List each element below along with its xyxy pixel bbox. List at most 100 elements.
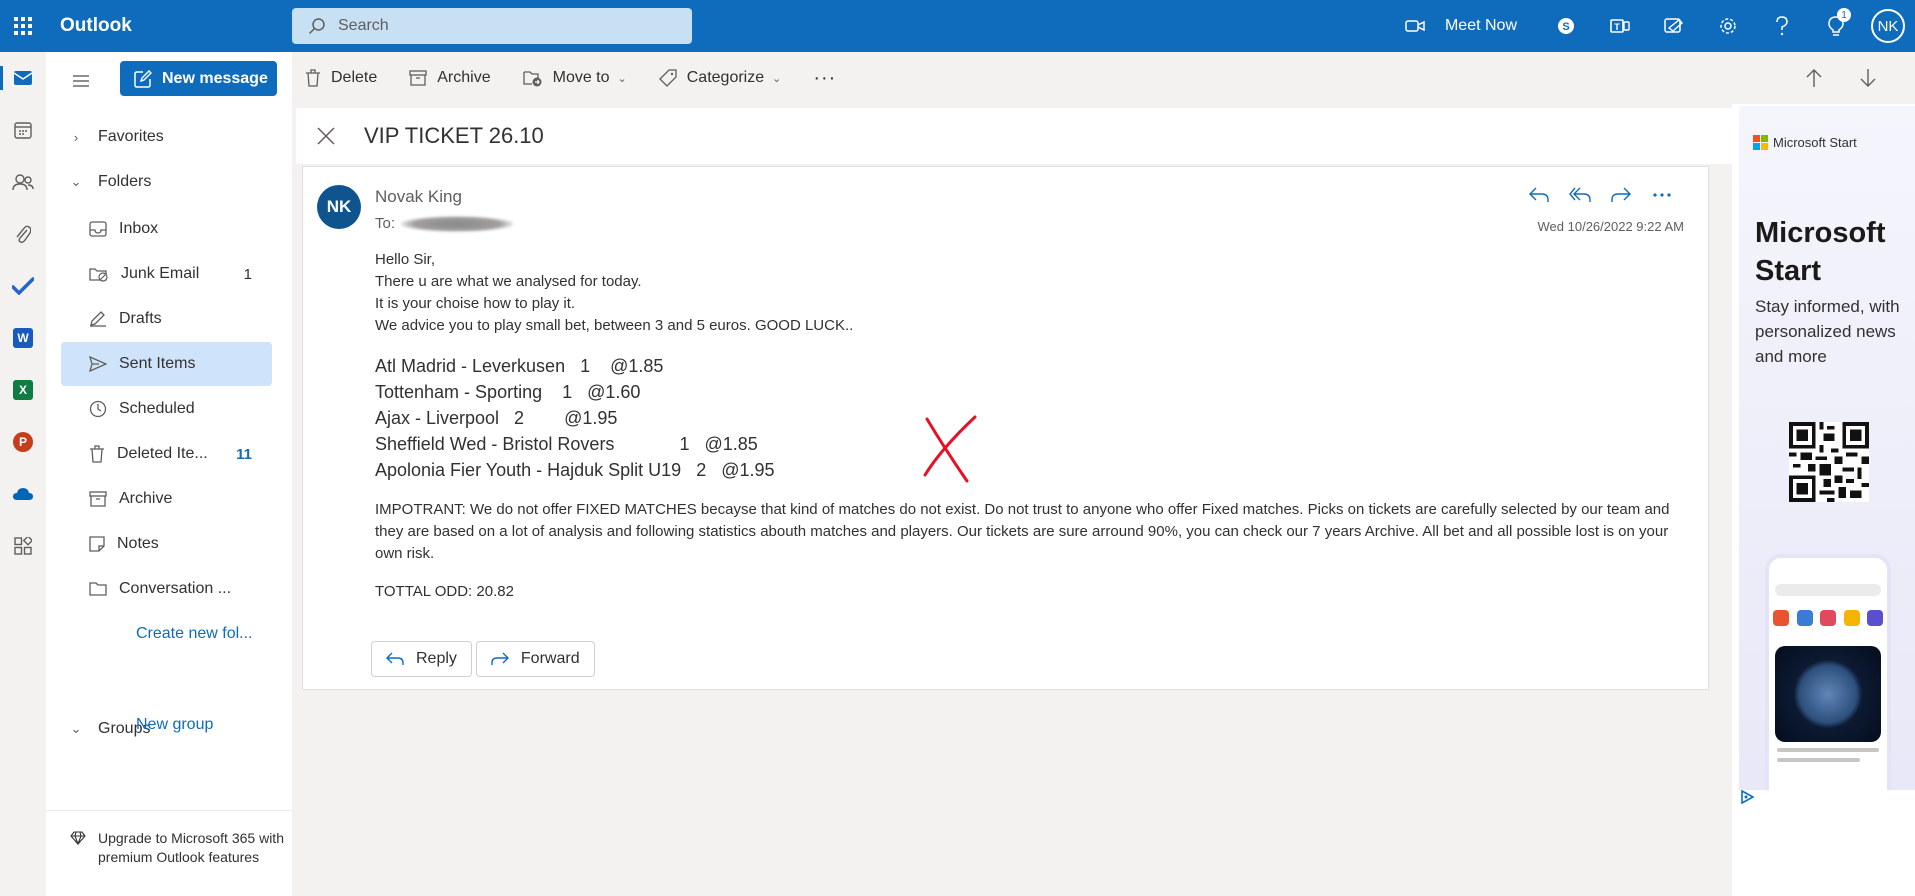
help-button[interactable] bbox=[1755, 0, 1809, 52]
favorites-header[interactable]: › Favorites bbox=[66, 119, 164, 155]
svg-text:T: T bbox=[1614, 22, 1620, 32]
archive-icon bbox=[89, 491, 107, 507]
archive-button[interactable]: Archive bbox=[409, 69, 491, 87]
reply-button[interactable]: Reply bbox=[371, 641, 472, 677]
people-app-button[interactable] bbox=[0, 156, 46, 208]
account-avatar[interactable]: NK bbox=[1871, 9, 1905, 43]
ad-subtitle: Stay informed, with personalized news an… bbox=[1755, 297, 1900, 366]
unread-count: 11 bbox=[236, 445, 252, 463]
files-app-button[interactable] bbox=[0, 208, 46, 260]
todo-app-button[interactable] bbox=[0, 260, 46, 312]
app-name[interactable]: Outlook bbox=[60, 15, 292, 37]
folder-deleted-items[interactable]: Deleted Ite... 11 bbox=[61, 432, 272, 476]
note-icon bbox=[89, 536, 105, 552]
search-icon bbox=[308, 18, 325, 35]
advertisement[interactable]: Microsoft Start Microsoft Start Stay inf… bbox=[1739, 106, 1915, 790]
folder-conversation-history[interactable]: Conversation ... bbox=[61, 567, 272, 611]
picks-list: Atl Madrid - Leverkusen 1 @1.85 Tottenha… bbox=[375, 353, 1685, 483]
attach-icon bbox=[16, 225, 31, 243]
new-message-button[interactable]: New message bbox=[120, 61, 277, 96]
close-message-button[interactable] bbox=[296, 127, 356, 145]
folder-label: Scheduled bbox=[119, 400, 195, 417]
redacted-recipient bbox=[401, 215, 514, 232]
word-app-button[interactable]: W bbox=[0, 312, 46, 364]
settings-button[interactable] bbox=[1701, 0, 1755, 52]
app-launcher-button[interactable] bbox=[0, 0, 46, 52]
onedrive-icon bbox=[13, 488, 33, 500]
folder-inbox[interactable]: Inbox bbox=[61, 207, 272, 251]
reply-icon bbox=[386, 652, 404, 665]
skype-icon: S bbox=[1558, 18, 1574, 34]
calendar-app-button[interactable] bbox=[0, 104, 46, 156]
folder-notes[interactable]: Notes bbox=[61, 522, 272, 566]
pick-row: Tottenham - Sporting 1 @1.60 bbox=[375, 382, 641, 402]
sender-avatar[interactable]: NK bbox=[317, 185, 361, 229]
create-new-folder-link[interactable]: Create new fol... bbox=[136, 625, 253, 643]
hamburger-icon bbox=[73, 75, 89, 87]
teams-icon: T bbox=[1610, 19, 1630, 33]
folder-archive[interactable]: Archive bbox=[61, 477, 272, 521]
message-body: Hello Sir, There u are what we analysed … bbox=[375, 249, 1685, 603]
body-line: There u are what we analysed for today. bbox=[375, 273, 642, 290]
forward-action-button[interactable] bbox=[1600, 179, 1641, 211]
next-message-button[interactable] bbox=[1841, 68, 1895, 88]
whiteboard-button[interactable] bbox=[1647, 0, 1701, 52]
folder-drafts[interactable]: Drafts bbox=[61, 297, 272, 341]
powerpoint-app-button[interactable]: P bbox=[0, 416, 46, 468]
delete-label: Delete bbox=[331, 69, 378, 86]
powerpoint-icon: P bbox=[13, 432, 33, 452]
reply-buttons: Reply Forward bbox=[371, 641, 599, 677]
unread-count: 1 bbox=[243, 265, 252, 283]
more-actions-button[interactable]: ··· bbox=[813, 67, 836, 90]
previous-message-button[interactable] bbox=[1787, 68, 1841, 88]
total-odds: TOTTAL ODD: 20.82 bbox=[375, 583, 514, 600]
navigation-toggle-button[interactable] bbox=[72, 74, 90, 93]
chevron-right-icon: › bbox=[73, 129, 79, 145]
new-group-link[interactable]: New group bbox=[136, 716, 213, 734]
folder-label: Deleted Ite... bbox=[117, 445, 208, 462]
recipient-line: To: bbox=[375, 215, 514, 232]
body-line: We advice you to play small bet, between… bbox=[375, 317, 854, 334]
ad-pane: Microsoft Start Microsoft Start Stay inf… bbox=[1732, 104, 1915, 896]
folders-header[interactable]: ⌄ Folders bbox=[66, 164, 152, 200]
skype-button[interactable]: S bbox=[1539, 0, 1593, 52]
greeting-block: Hello Sir, There u are what we analysed … bbox=[375, 249, 1685, 337]
meet-now-label: Meet Now bbox=[1444, 17, 1517, 34]
archive-icon bbox=[409, 70, 427, 86]
send-icon bbox=[89, 356, 107, 372]
folder-sent-items[interactable]: Sent Items bbox=[61, 342, 272, 386]
folder-scheduled[interactable]: Scheduled bbox=[61, 387, 272, 431]
more-apps-button[interactable] bbox=[0, 520, 46, 572]
teams-button[interactable]: T bbox=[1593, 0, 1647, 52]
excel-app-button[interactable]: X bbox=[0, 364, 46, 416]
search-input[interactable]: Search bbox=[292, 8, 692, 44]
folder-label: Drafts bbox=[119, 310, 162, 327]
chevron-down-icon: ⌄ bbox=[772, 72, 782, 85]
onedrive-app-button[interactable] bbox=[0, 468, 46, 520]
mail-icon bbox=[13, 71, 33, 85]
whiteboard-icon bbox=[1664, 18, 1684, 33]
upgrade-text: Upgrade to Microsoft 365 with premium Ou… bbox=[98, 830, 284, 865]
ad-title: Microsoft Start bbox=[1755, 217, 1886, 287]
ad-brand-label: Microsoft Start bbox=[1773, 135, 1857, 150]
upgrade-banner[interactable]: Upgrade to Microsoft 365 with premium Ou… bbox=[46, 810, 292, 867]
reply-all-action-button[interactable] bbox=[1559, 179, 1600, 211]
delete-button[interactable]: Delete bbox=[305, 69, 377, 87]
message-more-button[interactable] bbox=[1641, 179, 1682, 211]
adchoices-icon[interactable] bbox=[1740, 790, 1754, 804]
sender-name[interactable]: Novak King bbox=[375, 187, 462, 207]
ad-brand: Microsoft Start bbox=[1753, 135, 1857, 150]
reply-action-button[interactable] bbox=[1518, 179, 1559, 211]
move-to-button[interactable]: Move to ⌄ bbox=[522, 69, 627, 87]
forward-button[interactable]: Forward bbox=[475, 641, 595, 677]
tips-button[interactable]: 1 bbox=[1809, 0, 1863, 52]
mail-app-button[interactable] bbox=[0, 52, 46, 104]
folder-junk-email[interactable]: Junk Email 1 bbox=[61, 252, 272, 296]
qr-code-icon bbox=[1789, 422, 1869, 502]
calendar-icon bbox=[14, 122, 32, 139]
message-subject: VIP TICKET 26.10 bbox=[364, 123, 544, 148]
meet-now-button[interactable]: Meet Now bbox=[1405, 17, 1517, 35]
more-icon bbox=[1652, 193, 1671, 197]
categorize-button[interactable]: Categorize ⌄ bbox=[658, 69, 782, 87]
message-actions bbox=[1518, 179, 1682, 211]
